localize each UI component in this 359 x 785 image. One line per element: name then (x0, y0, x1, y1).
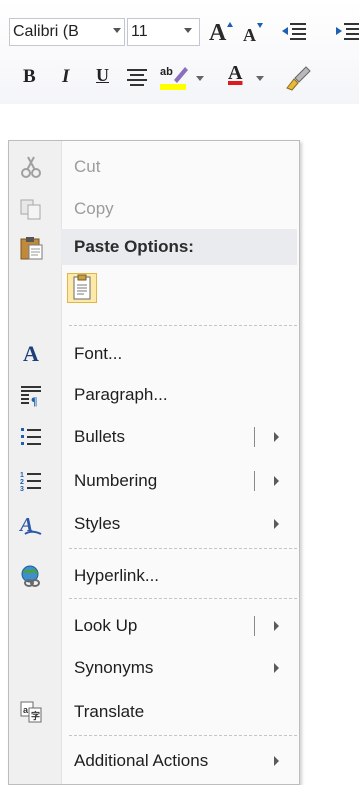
font-color-icon: A (228, 62, 243, 84)
hyperlink-globe-icon (21, 565, 40, 587)
menu-item-copy[interactable]: Copy (9, 189, 299, 229)
menu-item-cut[interactable]: Cut (9, 147, 299, 187)
menu-item-styles[interactable]: A Styles (9, 504, 299, 544)
underline-icon: U (96, 65, 109, 85)
numbering-icon: 1 2 3 (20, 472, 41, 493)
split-divider (254, 616, 255, 636)
font-size-value: 11 (131, 23, 148, 40)
center-align-button[interactable] (124, 66, 150, 90)
svg-text:3: 3 (20, 486, 24, 493)
menu-item-label: Numbering (74, 471, 158, 490)
menu-item-bullets[interactable]: Bullets (9, 417, 299, 457)
submenu-arrow-icon[interactable] (274, 519, 279, 529)
italic-icon: I (62, 66, 70, 87)
clipboard-icon (20, 237, 43, 260)
split-divider (254, 471, 255, 491)
scissors-icon (21, 156, 41, 178)
menu-item-look-up[interactable]: Look Up (9, 606, 299, 646)
paste-keep-text-button[interactable] (67, 273, 97, 303)
underline-button[interactable]: U (91, 64, 117, 90)
submenu-arrow-icon[interactable] (274, 476, 279, 486)
menu-item-paragraph[interactable]: ¶ Paragraph... (9, 375, 299, 415)
paste-options-label: Paste Options: (74, 237, 194, 256)
decrease-indent-icon (282, 23, 306, 40)
submenu-arrow-icon[interactable] (274, 621, 279, 631)
format-painter-button[interactable] (284, 64, 314, 92)
menu-item-label: Translate (74, 702, 145, 721)
menu-item-label: Styles (74, 514, 121, 533)
increase-indent-icon (336, 23, 359, 40)
copy-icon (20, 199, 41, 220)
menu-item-font[interactable]: A Font... (9, 334, 299, 374)
menu-item-translate[interactable]: a 字 Translate (9, 692, 299, 732)
font-size-dropdown-icon[interactable] (184, 28, 192, 33)
menu-separator (69, 548, 297, 549)
menu-item-label: Copy (74, 199, 114, 218)
submenu-arrow-icon[interactable] (274, 432, 279, 442)
menu-item-additional-actions[interactable]: Additional Actions (9, 741, 299, 781)
paintbrush-icon (286, 66, 311, 91)
font-name-dropdown-icon[interactable] (113, 28, 121, 33)
center-align-icon (127, 69, 147, 86)
decrease-indent-button[interactable] (280, 20, 308, 44)
submenu-arrow-icon[interactable] (274, 663, 279, 673)
menu-item-label: Cut (74, 157, 101, 176)
menu-separator (69, 735, 297, 736)
paste-options-header: Paste Options: (61, 229, 297, 265)
svg-text:2: 2 (20, 479, 24, 486)
font-color-button[interactable]: A (222, 62, 252, 92)
submenu-arrow-icon[interactable] (274, 756, 279, 766)
menu-item-label: Look Up (74, 616, 138, 635)
bold-button[interactable]: B (18, 64, 44, 90)
grow-arrow-icon (227, 22, 233, 27)
svg-text:ab: ab (160, 66, 173, 78)
font-icon: A (23, 341, 39, 366)
paragraph-icon: ¶ (21, 386, 41, 407)
menu-item-synonyms[interactable]: Synonyms (9, 648, 299, 688)
highlight-dropdown-icon[interactable] (196, 76, 204, 81)
text-highlight-button[interactable]: ab (158, 62, 190, 92)
italic-button[interactable]: I (56, 64, 82, 90)
svg-text:¶: ¶ (31, 394, 37, 407)
translate-icon: a 字 (20, 701, 42, 723)
font-name-value: Calibri (B (13, 23, 79, 40)
svg-text:字: 字 (31, 710, 40, 721)
highlighter-icon: ab (160, 66, 188, 90)
split-divider (254, 427, 255, 447)
context-menu: Cut Copy Paste Options: A Font... ¶ Para… (8, 140, 300, 785)
paste-clipboard-icon (73, 274, 91, 300)
menu-item-numbering[interactable]: 1 2 3 Numbering (9, 461, 299, 501)
menu-item-label: Additional Actions (74, 751, 209, 770)
font-size-combobox[interactable]: 11 (127, 18, 200, 46)
mini-toolbar: Calibri (B 11 A A B I U ab A (0, 0, 359, 104)
menu-item-label: Synonyms (74, 658, 154, 677)
styles-icon: A (19, 514, 42, 536)
shrink-font-button[interactable]: A (240, 18, 266, 46)
bullets-icon (21, 428, 41, 445)
shrink-arrow-icon (257, 23, 263, 28)
menu-item-label: Bullets (74, 427, 126, 446)
menu-item-label: Paragraph... (74, 385, 168, 404)
menu-item-label: Hyperlink... (74, 566, 160, 585)
increase-indent-button[interactable] (334, 20, 359, 44)
font-color-dropdown-icon[interactable] (256, 76, 264, 81)
menu-item-hyperlink[interactable]: Hyperlink... (9, 556, 299, 596)
menu-separator (69, 598, 297, 599)
font-name-combobox[interactable]: Calibri (B (9, 18, 125, 46)
bold-icon: B (23, 66, 36, 87)
grow-font-icon: A (209, 20, 227, 46)
grow-font-button[interactable]: A (206, 18, 234, 46)
menu-separator (69, 325, 297, 326)
shrink-font-icon: A (243, 25, 256, 45)
menu-item-label: Font... (74, 344, 123, 363)
svg-text:1: 1 (20, 472, 24, 479)
